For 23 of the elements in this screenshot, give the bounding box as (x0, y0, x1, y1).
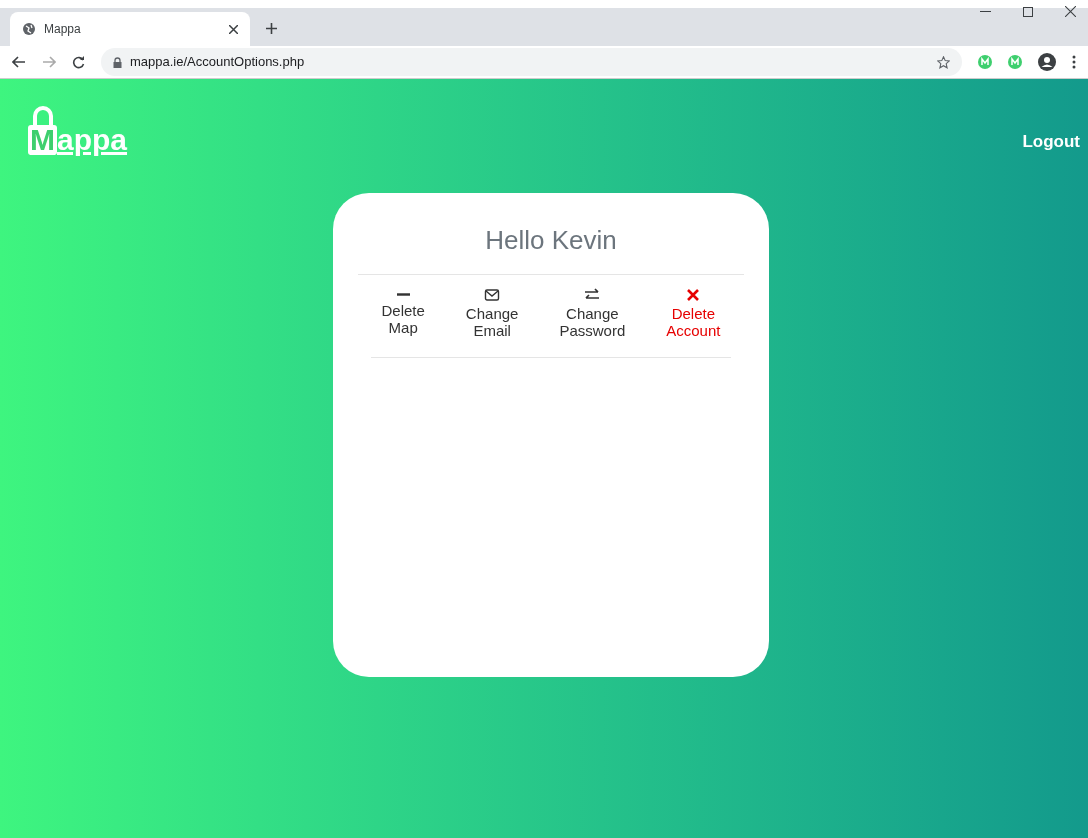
cross-icon (685, 287, 702, 303)
greeting-heading: Hello Kevin (485, 224, 617, 257)
close-icon[interactable] (229, 24, 238, 34)
new-tab-icon[interactable] (266, 23, 277, 34)
browser-tab[interactable]: Mappa (10, 12, 250, 46)
star-icon[interactable] (937, 55, 950, 69)
option-link[interactable]: Change Email (465, 287, 519, 339)
minus-icon (396, 293, 410, 296)
menu-icon[interactable] (1072, 55, 1076, 69)
maximize-icon[interactable] (1023, 6, 1033, 17)
lock-icon (113, 56, 122, 68)
tab-title: Mappa (44, 21, 82, 38)
globe-icon (22, 22, 36, 36)
envelope-icon (484, 287, 501, 303)
close-icon[interactable] (1065, 6, 1076, 17)
profile-icon[interactable] (1038, 53, 1056, 71)
option-link[interactable]: Delete Account (666, 287, 721, 339)
option-link[interactable]: Delete Map (381, 287, 425, 339)
option-link[interactable]: Change Password (559, 287, 626, 339)
back-icon[interactable] (12, 56, 26, 68)
reload-icon[interactable] (72, 55, 85, 69)
url-text: mappa.ie/AccountOptions.php (130, 53, 305, 72)
address-bar[interactable]: mappa.ie/AccountOptions.php (101, 48, 962, 76)
